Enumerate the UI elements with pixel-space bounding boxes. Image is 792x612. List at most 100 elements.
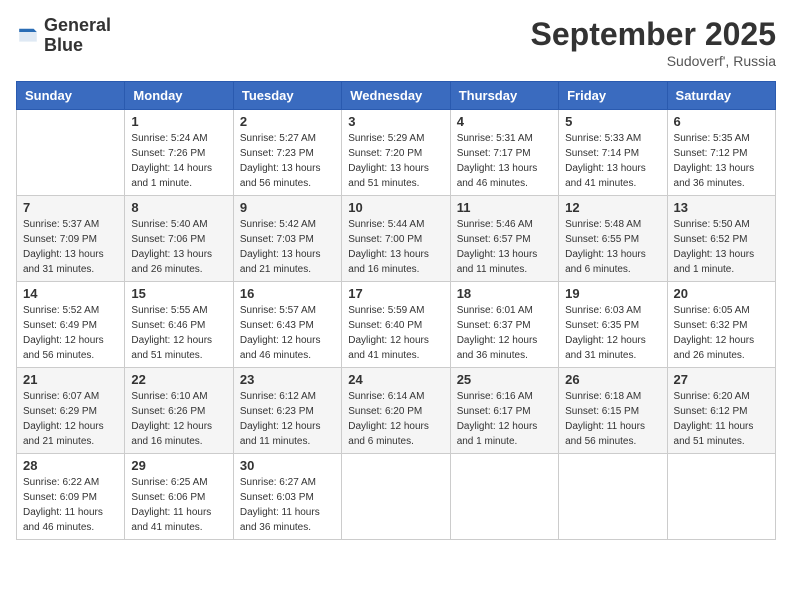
day-number: 6: [674, 114, 769, 129]
weekday-header-sunday: Sunday: [17, 82, 125, 110]
day-number: 3: [348, 114, 443, 129]
day-info: Sunrise: 5:48 AMSunset: 6:55 PMDaylight:…: [565, 217, 660, 277]
day-number: 25: [457, 372, 552, 387]
calendar-cell: 29 Sunrise: 6:25 AMSunset: 6:06 PMDayligh…: [125, 454, 233, 540]
day-number: 24: [348, 372, 443, 387]
day-number: 12: [565, 200, 660, 215]
logo-icon: [16, 24, 40, 48]
calendar-cell: 2 Sunrise: 5:27 AMSunset: 7:23 PMDaylight…: [233, 110, 341, 196]
weekday-header-row: SundayMondayTuesdayWednesdayThursdayFrid…: [17, 82, 776, 110]
week-row-1: 1 Sunrise: 5:24 AMSunset: 7:26 PMDaylight…: [17, 110, 776, 196]
day-number: 13: [674, 200, 769, 215]
day-number: 30: [240, 458, 335, 473]
day-info: Sunrise: 5:59 AMSunset: 6:40 PMDaylight:…: [348, 303, 443, 363]
calendar-cell: 19 Sunrise: 6:03 AMSunset: 6:35 PMDayligh…: [559, 282, 667, 368]
calendar-cell: 8Sunrise: 5:40 AMSunset: 7:06 PMDaylight…: [125, 196, 233, 282]
day-info: Sunrise: 6:01 AMSunset: 6:37 PMDaylight:…: [457, 303, 552, 363]
calendar-cell: 10 Sunrise: 5:44 AMSunset: 7:00 PMDayligh…: [342, 196, 450, 282]
day-info: Sunrise: 6:27 AMSunset: 6:03 PMDaylight:…: [240, 475, 335, 535]
weekday-header-wednesday: Wednesday: [342, 82, 450, 110]
day-info: Sunrise: 6:20 AMSunset: 6:12 PMDaylight:…: [674, 389, 769, 449]
location: Sudoverf', Russia: [531, 53, 776, 69]
week-row-4: 21Sunrise: 6:07 AMSunset: 6:29 PMDayligh…: [17, 368, 776, 454]
day-info: Sunrise: 5:50 AMSunset: 6:52 PMDaylight:…: [674, 217, 769, 277]
calendar-cell: 25 Sunrise: 6:16 AMSunset: 6:17 PMDayligh…: [450, 368, 558, 454]
day-info: Sunrise: 5:44 AMSunset: 7:00 PMDaylight:…: [348, 217, 443, 277]
day-number: 1: [131, 114, 226, 129]
title-block: September 2025 Sudoverf', Russia: [531, 16, 776, 69]
calendar-cell: 3 Sunrise: 5:29 AMSunset: 7:20 PMDaylight…: [342, 110, 450, 196]
calendar-cell: 22 Sunrise: 6:10 AMSunset: 6:26 PMDayligh…: [125, 368, 233, 454]
day-info: Sunrise: 5:24 AMSunset: 7:26 PMDaylight:…: [131, 131, 226, 191]
weekday-header-saturday: Saturday: [667, 82, 775, 110]
calendar-cell: 6 Sunrise: 5:35 AMSunset: 7:12 PMDaylight…: [667, 110, 775, 196]
day-number: 14: [23, 286, 118, 301]
calendar-cell: 11Sunrise: 5:46 AMSunset: 6:57 PMDayligh…: [450, 196, 558, 282]
day-number: 27: [674, 372, 769, 387]
calendar-cell: 21Sunrise: 6:07 AMSunset: 6:29 PMDayligh…: [17, 368, 125, 454]
calendar-cell: 14 Sunrise: 5:52 AMSunset: 6:49 PMDayligh…: [17, 282, 125, 368]
calendar-cell: 18 Sunrise: 6:01 AMSunset: 6:37 PMDayligh…: [450, 282, 558, 368]
month-title: September 2025: [531, 16, 776, 53]
calendar-cell: 20 Sunrise: 6:05 AMSunset: 6:32 PMDayligh…: [667, 282, 775, 368]
day-number: 22: [131, 372, 226, 387]
week-row-5: 28Sunrise: 6:22 AMSunset: 6:09 PMDayligh…: [17, 454, 776, 540]
calendar-cell: 23 Sunrise: 6:12 AMSunset: 6:23 PMDayligh…: [233, 368, 341, 454]
calendar-table: SundayMondayTuesdayWednesdayThursdayFrid…: [16, 81, 776, 540]
day-info: Sunrise: 6:03 AMSunset: 6:35 PMDaylight:…: [565, 303, 660, 363]
day-number: 16: [240, 286, 335, 301]
day-number: 18: [457, 286, 552, 301]
day-number: 23: [240, 372, 335, 387]
week-row-2: 7Sunrise: 5:37 AMSunset: 7:09 PMDaylight…: [17, 196, 776, 282]
weekday-header-thursday: Thursday: [450, 82, 558, 110]
calendar-cell: 28Sunrise: 6:22 AMSunset: 6:09 PMDayligh…: [17, 454, 125, 540]
day-info: Sunrise: 5:29 AMSunset: 7:20 PMDaylight:…: [348, 131, 443, 191]
logo: General Blue: [16, 16, 111, 56]
calendar-cell: 5 Sunrise: 5:33 AMSunset: 7:14 PMDaylight…: [559, 110, 667, 196]
day-number: 17: [348, 286, 443, 301]
day-number: 4: [457, 114, 552, 129]
day-number: 10: [348, 200, 443, 215]
weekday-header-monday: Monday: [125, 82, 233, 110]
day-number: 15: [131, 286, 226, 301]
calendar-cell: 26 Sunrise: 6:18 AMSunset: 6:15 PMDayligh…: [559, 368, 667, 454]
day-info: Sunrise: 6:05 AMSunset: 6:32 PMDaylight:…: [674, 303, 769, 363]
calendar-cell: 13 Sunrise: 5:50 AMSunset: 6:52 PMDayligh…: [667, 196, 775, 282]
day-number: 11: [457, 200, 552, 215]
day-info: Sunrise: 5:57 AMSunset: 6:43 PMDaylight:…: [240, 303, 335, 363]
calendar-cell: 16 Sunrise: 5:57 AMSunset: 6:43 PMDayligh…: [233, 282, 341, 368]
day-number: 20: [674, 286, 769, 301]
page-header: General Blue September 2025 Sudoverf', R…: [16, 16, 776, 69]
day-info: Sunrise: 5:52 AMSunset: 6:49 PMDaylight:…: [23, 303, 118, 363]
logo-text: General Blue: [44, 16, 111, 56]
day-number: 5: [565, 114, 660, 129]
day-number: 26: [565, 372, 660, 387]
day-info: Sunrise: 5:35 AMSunset: 7:12 PMDaylight:…: [674, 131, 769, 191]
day-number: 2: [240, 114, 335, 129]
weekday-header-friday: Friday: [559, 82, 667, 110]
calendar-cell: [450, 454, 558, 540]
day-info: Sunrise: 6:22 AMSunset: 6:09 PMDaylight:…: [23, 475, 118, 535]
calendar-cell: 12 Sunrise: 5:48 AMSunset: 6:55 PMDayligh…: [559, 196, 667, 282]
day-info: Sunrise: 5:27 AMSunset: 7:23 PMDaylight:…: [240, 131, 335, 191]
calendar-cell: 17 Sunrise: 5:59 AMSunset: 6:40 PMDayligh…: [342, 282, 450, 368]
calendar-cell: [667, 454, 775, 540]
day-number: 9: [240, 200, 335, 215]
calendar-cell: 27 Sunrise: 6:20 AMSunset: 6:12 PMDayligh…: [667, 368, 775, 454]
day-info: Sunrise: 6:10 AMSunset: 6:26 PMDaylight:…: [131, 389, 226, 449]
day-info: Sunrise: 6:18 AMSunset: 6:15 PMDaylight:…: [565, 389, 660, 449]
day-info: Sunrise: 6:12 AMSunset: 6:23 PMDaylight:…: [240, 389, 335, 449]
calendar-cell: [559, 454, 667, 540]
day-info: Sunrise: 5:55 AMSunset: 6:46 PMDaylight:…: [131, 303, 226, 363]
day-number: 29: [131, 458, 226, 473]
day-info: Sunrise: 6:25 AMSunset: 6:06 PMDaylight:…: [131, 475, 226, 535]
day-number: 19: [565, 286, 660, 301]
day-number: 8: [131, 200, 226, 215]
calendar-cell: 30 Sunrise: 6:27 AMSunset: 6:03 PMDayligh…: [233, 454, 341, 540]
calendar-cell: [342, 454, 450, 540]
calendar-cell: 4Sunrise: 5:31 AMSunset: 7:17 PMDaylight…: [450, 110, 558, 196]
calendar-cell: 1 Sunrise: 5:24 AMSunset: 7:26 PMDaylight…: [125, 110, 233, 196]
day-info: Sunrise: 6:14 AMSunset: 6:20 PMDaylight:…: [348, 389, 443, 449]
day-info: Sunrise: 5:33 AMSunset: 7:14 PMDaylight:…: [565, 131, 660, 191]
day-info: Sunrise: 6:16 AMSunset: 6:17 PMDaylight:…: [457, 389, 552, 449]
